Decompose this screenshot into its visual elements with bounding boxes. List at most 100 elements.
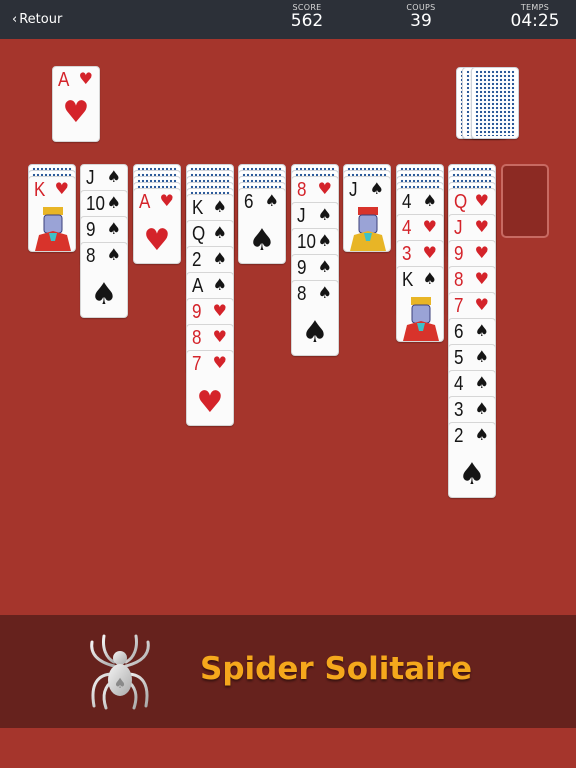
chevron-left-icon: ‹ [12,12,18,27]
card-rank: 9 [86,219,96,241]
score-value: 562 [290,11,324,31]
card-rank: 8 [454,269,464,291]
playing-card[interactable]: 8 ♠ ♠ [291,280,339,356]
spade-icon: ♠ [106,193,121,212]
spade-icon: ♠ [474,321,489,340]
card-rank: 6 [244,191,254,213]
empty-column-slot[interactable] [501,164,549,238]
spade-icon: ♠ [106,219,121,238]
heart-icon: ♥ [474,191,489,210]
foundation-card[interactable]: A ♥ ♥ [52,66,100,142]
back-button[interactable]: ‹ Retour [12,12,62,27]
spade-icon: ♠ [474,425,489,444]
spade-icon: ♠ [212,197,227,216]
card-rank: Q [454,191,468,213]
jack-portrait-icon [350,205,386,251]
card-rank: 7 [454,295,464,317]
king-portrait-icon [403,295,439,341]
card-rank: 6 [454,321,464,343]
spade-icon: ♠ [106,167,121,186]
heart-icon: ♥ [54,179,69,198]
card-rank: 5 [454,347,464,369]
card-rank: K [34,179,46,201]
playing-card[interactable]: 6 ♠ ♠ [238,188,286,264]
heart-icon: ♥ [78,69,93,88]
playing-card[interactable]: 2 ♠ ♠ [448,422,496,498]
playing-card[interactable]: J ♠ [343,176,391,252]
card-rank: 4 [402,217,412,239]
card-rank: 8 [297,283,307,305]
card-rank: Q [192,223,206,245]
spade-icon: ♠ [248,223,276,258]
card-rank: K [192,197,204,219]
card-rank: 9 [192,301,202,323]
card-rank: 7 [192,353,202,375]
heart-icon: ♥ [474,269,489,288]
spade-icon: ♠ [317,283,332,302]
back-label: Retour [19,12,63,27]
score-stat: SCORE 562 [289,3,325,30]
card-rank: A [139,191,151,213]
card-rank: 9 [454,243,464,265]
card-rank: 3 [454,399,464,421]
card-rank: A [58,69,70,91]
card-rank: 8 [192,327,202,349]
spade-icon: ♠ [474,399,489,418]
card-rank: A [192,275,204,297]
spade-icon: ♠ [317,231,332,250]
heart-icon: ♥ [62,95,90,130]
heart-icon: ♥ [474,243,489,262]
card-rank: 8 [297,179,307,201]
card-rank: 8 [86,245,96,267]
heart-icon: ♥ [422,243,437,262]
heart-icon: ♥ [159,191,174,210]
spade-icon: ♠ [317,205,332,224]
heart-icon: ♥ [212,353,227,372]
heart-icon: ♥ [196,385,224,420]
playing-card[interactable]: 8 ♠ ♠ [80,242,128,318]
card-back[interactable] [471,67,519,139]
spade-icon: ♠ [212,275,227,294]
card-rank: J [349,179,358,201]
card-rank: 10 [86,193,105,215]
card-rank: 2 [192,249,202,271]
heart-icon: ♥ [212,301,227,320]
card-rank: 4 [402,191,412,213]
card-rank: 2 [454,425,464,447]
game-title: Spider Solitaire [200,651,472,687]
card-rank: J [297,205,306,227]
spade-icon: ♠ [212,249,227,268]
spade-icon: ♠ [264,191,279,210]
card-rank: 10 [297,231,316,253]
card-rank: 4 [454,373,464,395]
king-portrait-icon [35,205,71,251]
playing-card[interactable]: 7 ♥ ♥ [186,350,234,426]
svg-text:♠: ♠ [114,676,127,692]
title-banner: ♠ Spider Solitaire [0,615,576,728]
moves-stat: COUPS 39 [403,3,439,30]
card-rank: J [86,167,95,189]
card-rank: 3 [402,243,412,265]
card-rank: J [454,217,463,239]
card-rank: K [402,269,414,291]
top-bar: ‹ Retour SCORE 562 COUPS 39 TEMPS 04:25 [0,0,576,39]
playing-card[interactable]: K ♥ [28,176,76,252]
spade-icon: ♠ [301,315,329,350]
spade-icon: ♠ [369,179,384,198]
heart-icon: ♥ [474,295,489,314]
playing-card[interactable]: A ♥ ♥ [133,188,181,264]
spade-icon: ♠ [458,457,486,492]
heart-icon: ♥ [143,223,171,258]
spade-icon: ♠ [422,269,437,288]
spade-icon: ♠ [212,223,227,242]
heart-icon: ♥ [422,217,437,236]
spade-icon: ♠ [474,347,489,366]
spider-icon: ♠ [90,634,150,710]
heart-icon: ♥ [474,217,489,236]
playing-card[interactable]: K ♠ [396,266,444,342]
heart-icon: ♥ [212,327,227,346]
spade-icon: ♠ [317,257,332,276]
spade-icon: ♠ [422,191,437,210]
spade-icon: ♠ [474,373,489,392]
time-value: 04:25 [510,11,560,31]
